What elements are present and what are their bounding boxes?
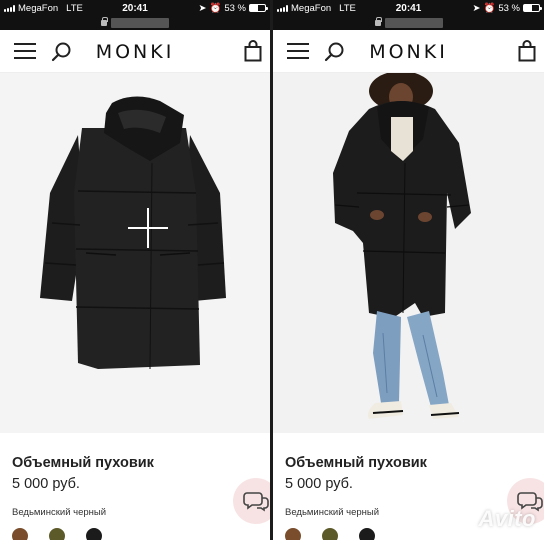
product-name: Объемный пуховик [12,455,154,471]
product-name: Объемный пуховик [285,455,427,471]
url-field[interactable] [111,18,169,28]
battery-percent: 53 % [224,2,246,14]
status-bar: MegaFon LTE 20:41 ➤ ⏰ 53 % [273,0,544,16]
jacket-flatlay-image [0,73,270,433]
swatch-olive[interactable] [322,528,338,540]
product-info: Объемный пуховик 5 000 руб. Ведьминский … [0,433,270,540]
alarm-icon: ⏰ [483,2,496,14]
watermark-text: Avito [478,506,536,531]
search-icon[interactable] [323,41,345,63]
swatch-brown[interactable] [285,528,301,540]
battery-icon [523,4,542,12]
swatch-black[interactable] [86,528,102,540]
network-label: LTE [66,2,83,14]
product-image[interactable] [0,73,270,433]
swatch-black[interactable] [359,528,375,540]
chat-icon [243,492,269,512]
model-wearing-jacket-image [273,73,544,433]
left-screen: MegaFon LTE 20:41 ➤ ⏰ 53 % MONKI Объемны… [0,0,270,540]
right-screen: MegaFon LTE 20:41 ➤ ⏰ 53 % MONKI Объемны… [273,0,544,540]
location-icon: ➤ [198,2,207,14]
network-label: LTE [339,2,356,14]
alarm-icon: ⏰ [209,2,222,14]
battery-icon [249,4,268,12]
product-image[interactable] [273,73,544,433]
signal-icon [4,4,15,12]
location-icon: ➤ [472,2,481,14]
status-time: 20:41 [395,2,422,14]
carrier-label: MegaFon [291,2,332,14]
site-header: MONKI [0,30,270,73]
brand-logo[interactable]: MONKI [96,41,175,63]
hamburger-menu-icon[interactable] [14,43,36,59]
battery-percent: 53 % [498,2,520,14]
product-color-label: Ведьминский черный [12,507,107,518]
status-time: 20:41 [122,2,148,14]
shopping-bag-icon[interactable] [518,40,536,62]
color-swatches [12,528,258,540]
swatch-olive[interactable] [49,528,65,540]
hamburger-menu-icon[interactable] [287,43,309,59]
status-bar: MegaFon LTE 20:41 ➤ ⏰ 53 % [0,0,270,16]
shopping-bag-icon[interactable] [244,40,262,62]
site-header: MONKI [273,30,544,73]
avito-logo-icon [450,508,476,530]
product-price: 5 000 руб. [285,476,353,492]
search-icon[interactable] [50,41,72,63]
url-bar[interactable] [273,16,544,30]
signal-icon [277,4,288,12]
product-price: 5 000 руб. [12,476,80,492]
carrier-label: MegaFon [18,2,59,14]
lock-icon [374,17,382,26]
url-field[interactable] [384,18,443,28]
avito-watermark: Avito [450,506,537,532]
url-bar[interactable] [0,16,270,30]
swatch-brown[interactable] [12,528,28,540]
brand-logo[interactable]: MONKI [369,41,448,63]
lock-icon [101,17,108,26]
